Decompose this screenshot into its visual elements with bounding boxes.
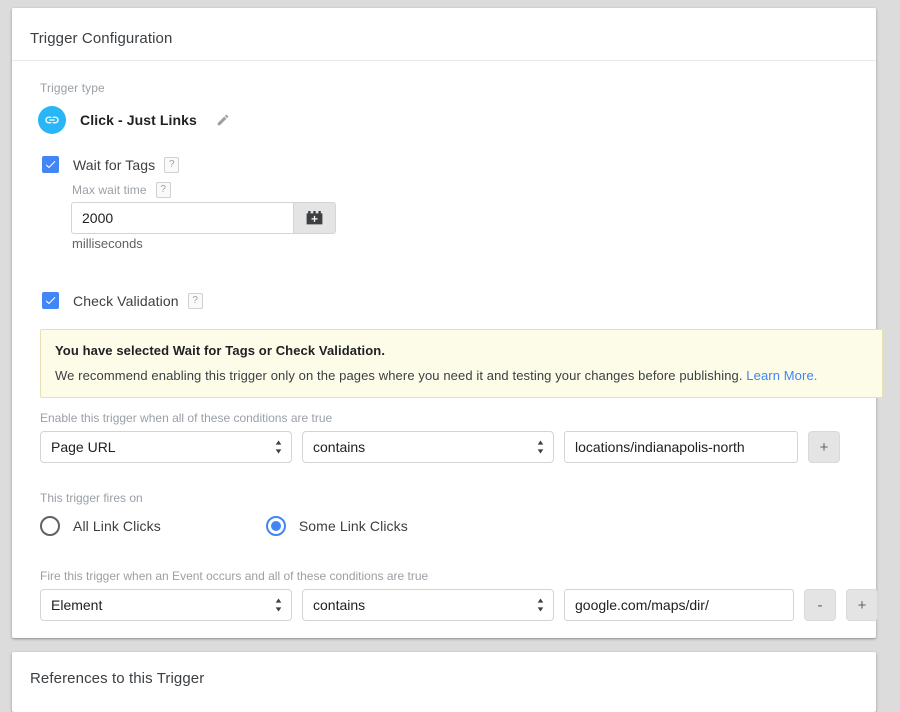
chevron-updown-icon	[536, 597, 545, 613]
trigger-configuration-card: Trigger Configuration Trigger type Click…	[12, 8, 876, 638]
check-validation-row: Check Validation ?	[42, 292, 203, 309]
wait-for-tags-label: Wait for Tags	[73, 157, 155, 173]
page-title: Trigger Configuration	[12, 8, 876, 47]
enable-conditions-row: Page URL contains +	[40, 431, 840, 463]
enable-condition-value-input[interactable]	[564, 431, 798, 463]
fire-condition-variable-value: Element	[41, 597, 102, 613]
enable-condition-operator-select[interactable]: contains	[302, 431, 554, 463]
remove-fire-condition-button[interactable]: -	[804, 589, 836, 621]
trigger-type-name: Click - Just Links	[80, 112, 197, 128]
pencil-icon[interactable]	[213, 110, 233, 130]
enable-conditions-label: Enable this trigger when all of these co…	[40, 411, 332, 425]
radio-all-link-clicks-icon	[40, 516, 60, 536]
radio-some-link-clicks-label: Some Link Clicks	[299, 518, 408, 534]
check-validation-label: Check Validation	[73, 293, 179, 309]
notice-body-text: We recommend enabling this trigger only …	[55, 368, 746, 383]
max-wait-time-help-icon[interactable]: ?	[156, 182, 171, 198]
fire-condition-operator-value: contains	[303, 597, 365, 613]
wait-for-tags-help-icon[interactable]: ?	[164, 157, 179, 173]
radio-all-link-clicks[interactable]: All Link Clicks	[40, 516, 161, 536]
link-icon	[38, 106, 66, 134]
max-wait-time-units: milliseconds	[72, 236, 143, 251]
variable-block-icon[interactable]	[293, 202, 336, 234]
fires-on-radio-group: All Link Clicks Some Link Clicks	[40, 516, 408, 536]
warning-notice: You have selected Wait for Tags or Check…	[40, 329, 883, 398]
fire-condition-value-input[interactable]	[564, 589, 794, 621]
trigger-type-row: Click - Just Links	[38, 106, 233, 134]
radio-some-link-clicks-icon	[266, 516, 286, 536]
fire-conditions-label: Fire this trigger when an Event occurs a…	[40, 569, 428, 583]
wait-for-tags-checkbox[interactable]	[42, 156, 59, 173]
max-wait-time-field-group	[71, 202, 336, 234]
references-card: References to this Trigger	[12, 652, 876, 712]
check-validation-help-icon[interactable]: ?	[188, 293, 203, 309]
radio-all-link-clicks-label: All Link Clicks	[73, 518, 161, 534]
max-wait-time-label-row: Max wait time ?	[72, 182, 171, 198]
header-divider	[12, 60, 876, 61]
max-wait-time-label: Max wait time	[72, 183, 147, 197]
page-root: Trigger Configuration Trigger type Click…	[0, 0, 900, 697]
enable-condition-operator-value: contains	[303, 439, 365, 455]
references-title: References to this Trigger	[12, 652, 876, 687]
enable-condition-variable-value: Page URL	[41, 439, 116, 455]
chevron-updown-icon	[536, 439, 545, 455]
fires-on-label: This trigger fires on	[40, 491, 143, 505]
notice-body: We recommend enabling this trigger only …	[55, 368, 868, 383]
add-enable-condition-button[interactable]: +	[808, 431, 840, 463]
max-wait-time-input[interactable]	[71, 202, 293, 234]
add-fire-condition-button[interactable]: +	[846, 589, 878, 621]
chevron-updown-icon	[274, 597, 283, 613]
radio-some-link-clicks[interactable]: Some Link Clicks	[266, 516, 408, 536]
trigger-type-label: Trigger type	[40, 81, 105, 95]
wait-for-tags-row: Wait for Tags ?	[42, 156, 179, 173]
fire-condition-variable-select[interactable]: Element	[40, 589, 292, 621]
enable-condition-variable-select[interactable]: Page URL	[40, 431, 292, 463]
fire-conditions-row: Element contains - +	[40, 589, 878, 621]
notice-title: You have selected Wait for Tags or Check…	[55, 343, 868, 358]
chevron-updown-icon	[274, 439, 283, 455]
check-validation-checkbox[interactable]	[42, 292, 59, 309]
learn-more-link[interactable]: Learn More.	[746, 368, 817, 383]
fire-condition-operator-select[interactable]: contains	[302, 589, 554, 621]
